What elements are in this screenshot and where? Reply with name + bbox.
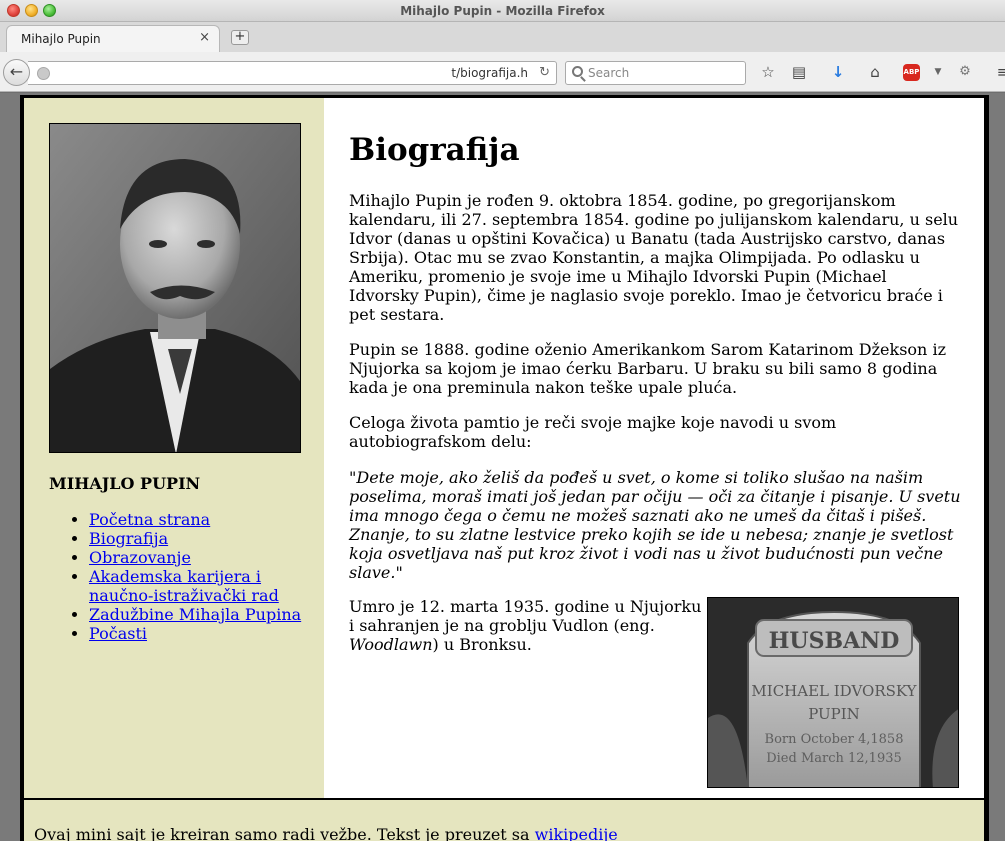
footer-text: Ovaj mini sajt je kreiran samo radi vežb…	[34, 825, 535, 841]
nav-item-pocasti: Počasti	[89, 624, 309, 643]
nav-link-pocasti[interactable]: Počasti	[89, 624, 147, 643]
home-icon[interactable]: ⌂	[865, 62, 885, 82]
paragraph-death: Umro je 12. marta 1935. godine u Njujork…	[349, 597, 704, 654]
gravestone-died: Died March 12,1935	[766, 751, 902, 766]
person-name: MIHAJLO PUPIN	[49, 474, 201, 493]
sidebar: MIHAJLO PUPIN Početna strana Biografija …	[24, 98, 324, 798]
mother-quote: "Dete moje, ako želiš da pođeš u svet, o…	[349, 468, 961, 582]
page-title: Biografija	[349, 132, 520, 168]
adblock-icon[interactable]: ABP	[903, 64, 920, 81]
death-text-italic: Woodlawn	[349, 635, 433, 654]
nav-item-obrazovanje: Obrazovanje	[89, 548, 309, 567]
search-input[interactable]	[588, 63, 738, 83]
paragraph-birth: Mihajlo Pupin je rođen 9. oktobra 1854. …	[349, 191, 959, 324]
gravestone-image: HUSBAND MICHAEL IDVORSKY PUPIN Born Octo…	[708, 598, 958, 787]
extension-icon[interactable]: ⚙	[955, 62, 975, 82]
tab-strip: Mihajlo Pupin × +	[0, 22, 1005, 52]
death-text-after: ) u Bronksu.	[432, 635, 532, 654]
reload-icon[interactable]: ↻	[539, 65, 550, 80]
portrait-photo	[49, 123, 301, 453]
menu-icon[interactable]: ≡	[993, 62, 1005, 82]
footer-note: Ovaj mini sajt je kreiran samo radi vežb…	[34, 825, 618, 841]
bookmarks-menu-icon[interactable]: ▤	[789, 62, 809, 82]
nav-link-karijera[interactable]: Akademska karijera i naučno-istraživački…	[89, 567, 279, 605]
footer-wikipedia-link[interactable]: wikipedije	[535, 825, 618, 841]
nav-link-biografija[interactable]: Biografija	[89, 529, 168, 548]
search-icon	[572, 66, 583, 77]
adblock-dropdown-icon[interactable]: ▼	[928, 62, 948, 82]
sidebar-nav: Početna strana Biografija Obrazovanje Ak…	[69, 510, 309, 643]
search-box[interactable]	[565, 61, 746, 85]
nav-item-karijera: Akademska karijera i naučno-istraživački…	[89, 567, 309, 605]
site-identity-icon[interactable]	[37, 67, 50, 80]
gravestone-photo: HUSBAND MICHAEL IDVORSKY PUPIN Born Octo…	[707, 597, 959, 788]
nav-item-biografija: Biografija	[89, 529, 309, 548]
navigation-toolbar: t/biografija.h ↻ ← ☆ ▤ ↓ ⌂ ABP ▼ ⚙ ≡	[0, 52, 1005, 92]
browser-tab[interactable]: Mihajlo Pupin ×	[6, 25, 220, 52]
tab-title: Mihajlo Pupin	[21, 32, 101, 46]
page-footer: Ovaj mini sajt je kreiran samo radi vežb…	[24, 800, 984, 841]
death-text-before: Umro je 12. marta 1935. godine u Njujork…	[349, 597, 702, 635]
url-bar[interactable]: t/biografija.h ↻	[28, 61, 557, 85]
gravestone-name: MICHAEL IDVORSKY	[751, 682, 917, 700]
nav-link-zaduzbine[interactable]: Zadužbine Mihajla Pupina	[89, 605, 301, 624]
back-button[interactable]: ←	[3, 59, 30, 86]
url-text[interactable]: t/biografija.h	[451, 66, 528, 80]
gravestone-born: Born October 4,1858	[765, 732, 904, 747]
downloads-icon[interactable]: ↓	[828, 62, 848, 82]
gravestone-surname: PUPIN	[808, 705, 860, 723]
portrait-image	[50, 124, 300, 452]
quote-text: Dete moje, ako želiš da pođeš u svet, o …	[349, 468, 961, 582]
main-content: Biografija Mihajlo Pupin je rođen 9. okt…	[324, 98, 984, 798]
nav-item-zaduzbine: Zadužbine Mihajla Pupina	[89, 605, 309, 624]
window-titlebar: Mihajlo Pupin - Mozilla Firefox	[0, 0, 1005, 22]
page-viewport: MIHAJLO PUPIN Početna strana Biografija …	[0, 93, 1005, 841]
bookmark-star-icon[interactable]: ☆	[758, 62, 778, 82]
window-title: Mihajlo Pupin - Mozilla Firefox	[400, 4, 605, 18]
quote-close: "	[395, 563, 403, 582]
close-tab-icon[interactable]: ×	[199, 30, 210, 45]
gravestone-word-husband: HUSBAND	[769, 628, 900, 654]
paragraph-marriage: Pupin se 1888. godine oženio Amerikankom…	[349, 340, 946, 397]
new-tab-button[interactable]: +	[231, 30, 249, 45]
paragraph-memory: Celoga života pamtio je reči svoje majke…	[349, 413, 837, 451]
nav-link-obrazovanje[interactable]: Obrazovanje	[89, 548, 191, 567]
back-arrow-icon: ←	[9, 62, 24, 81]
nav-item-pocetna: Početna strana	[89, 510, 309, 529]
nav-link-pocetna[interactable]: Početna strana	[89, 510, 210, 529]
